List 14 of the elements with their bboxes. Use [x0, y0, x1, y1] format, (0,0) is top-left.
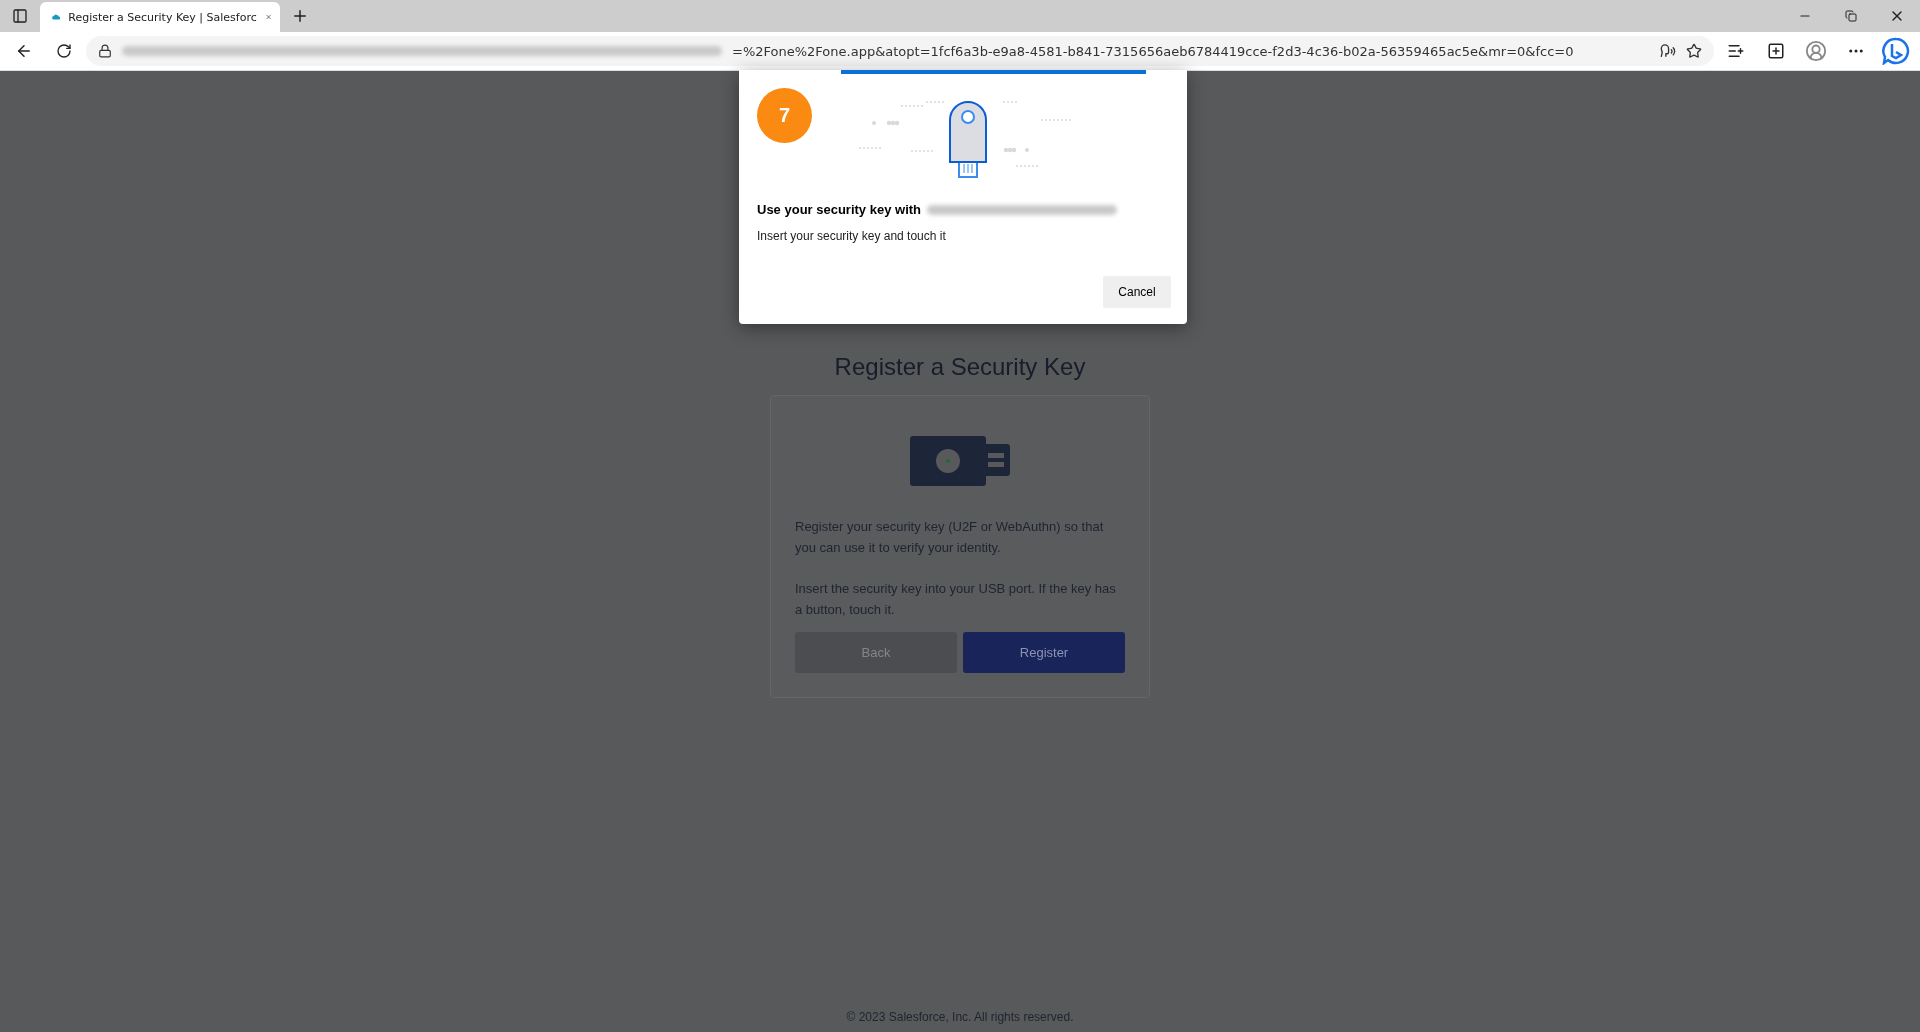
chat-bubble-icon[interactable]: [1882, 37, 1910, 65]
dialog-title: Use your security key with: [757, 202, 921, 217]
favorite-icon[interactable]: [1686, 43, 1702, 59]
security-key-icon: [910, 436, 1010, 488]
step-badge: 7: [757, 88, 812, 143]
read-aloud-icon[interactable]: [1660, 43, 1676, 59]
copyright-text: © 2023 Salesforce, Inc. All rights reserved.: [846, 1010, 1074, 1026]
register-button[interactable]: Register: [963, 632, 1125, 673]
lock-icon: [98, 44, 112, 58]
page-title: Register a Security Key: [834, 353, 1086, 381]
browser-tab[interactable]: Register a Security Key | Salesforc: [40, 2, 280, 32]
cancel-button[interactable]: Cancel: [1103, 276, 1171, 308]
address-field[interactable]: =%2Fone%2Fone.app&atopt=1fcf6a3b-e9a8-4581-b841-7315656aeb6784419cce-f2d3-4c36-b02a-56359465ac5e&mr=0&fcc=0: [86, 36, 1714, 66]
dialog-message: Insert your security key and touch it: [757, 229, 947, 243]
